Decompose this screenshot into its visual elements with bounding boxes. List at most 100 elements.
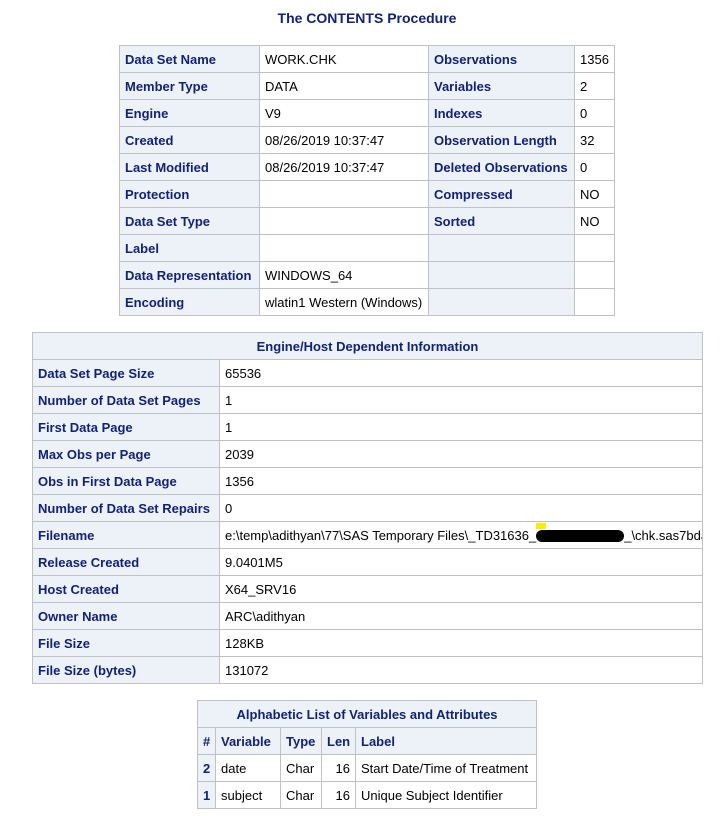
- attribute-label: Deleted Observations: [428, 153, 575, 181]
- attribute-value: [259, 234, 429, 262]
- engine-label: Max Obs per Page: [32, 440, 220, 468]
- variable-number: 1: [197, 781, 216, 809]
- attribute-row: Member Type DATA Variables 2: [119, 72, 615, 100]
- column-header: Label: [354, 727, 538, 755]
- engine-row: File Size 128KB: [32, 629, 704, 657]
- attribute-value: DATA: [259, 72, 429, 100]
- engine-value: e:\temp\adithyan\77\SAS Temporary Files\…: [218, 521, 704, 549]
- attribute-value: 32: [574, 126, 615, 154]
- attribute-label: Data Set Type: [119, 207, 260, 235]
- engine-label: File Size: [32, 629, 220, 657]
- attribute-row: Created 08/26/2019 10:37:47 Observation Le…: [119, 126, 615, 154]
- attribute-value: 0: [574, 153, 615, 181]
- attribute-value: 08/26/2019 10:37:47: [259, 126, 429, 154]
- attribute-label: Indexes: [428, 99, 575, 127]
- engine-row: Release Created 9.0401M5: [32, 548, 704, 576]
- engine-label: First Data Page: [32, 413, 220, 441]
- engine-row: File Size (bytes) 131072: [32, 656, 704, 684]
- attribute-label: Data Set Name: [119, 45, 260, 73]
- attribute-value: 2: [574, 72, 615, 100]
- attribute-value: WINDOWS_64: [259, 261, 429, 289]
- attribute-label: Encoding: [119, 288, 260, 316]
- attribute-value: 08/26/2019 10:37:47: [259, 153, 429, 181]
- engine-row: Data Set Page Size 65536: [32, 359, 704, 387]
- attribute-value: 1356: [574, 45, 615, 73]
- attribute-label: [428, 288, 575, 316]
- engine-label: Host Created: [32, 575, 220, 603]
- engine-row: First Data Page 1: [32, 413, 704, 441]
- engine-value: 9.0401M5: [218, 548, 704, 576]
- engine-row: Obs in First Data Page 1356: [32, 467, 704, 495]
- attribute-label: Variables: [428, 72, 575, 100]
- variable-row: 1 subject Char 16 Unique Subject Identifier: [197, 781, 538, 809]
- attribute-row: Data Representation WINDOWS_64: [119, 261, 615, 289]
- attribute-value: [574, 288, 615, 316]
- engine-host-table: Engine/Host Dependent Information Data S…: [31, 332, 704, 684]
- engine-label: Owner Name: [32, 602, 220, 630]
- attribute-label: [428, 261, 575, 289]
- attribute-value: [574, 261, 615, 289]
- engine-label: Data Set Page Size: [32, 359, 220, 387]
- attribute-row: Protection Compressed NO: [119, 180, 615, 208]
- engine-label: File Size (bytes): [32, 656, 220, 684]
- engine-value: 128KB: [218, 629, 704, 657]
- variable-name: subject: [215, 781, 281, 809]
- engine-label: Release Created: [32, 548, 220, 576]
- variable-number: 2: [197, 754, 216, 782]
- engine-row: Filename e:\temp\adithyan\77\SAS Temporar…: [32, 521, 704, 549]
- engine-value: 2039: [218, 440, 704, 468]
- filename-part: _\chk.sas7bdat: [624, 527, 701, 543]
- attribute-row: Data Set Name WORK.CHK Observations 1356: [119, 45, 615, 73]
- variables-caption: Alphabetic List of Variables and Attribu…: [196, 700, 538, 728]
- variable-label: Start Date/Time of Treatment: [354, 754, 538, 782]
- column-header: #: [197, 727, 216, 755]
- column-header: Type: [280, 727, 322, 755]
- filename-part: e:\temp\adithyan\77\SAS Temporary Files\…: [225, 527, 537, 543]
- engine-row: Host Created X64_SRV16: [32, 575, 704, 603]
- engine-value: 1: [218, 386, 704, 414]
- engine-value: X64_SRV16: [218, 575, 704, 603]
- attribute-value: V9: [259, 99, 429, 127]
- attribute-value: [574, 234, 615, 262]
- attribute-label: Data Representation: [119, 261, 260, 289]
- engine-row: Number of Data Set Repairs 0: [32, 494, 704, 522]
- engine-value: 1356: [218, 467, 704, 495]
- attribute-label: Engine: [119, 99, 260, 127]
- variables-table: Alphabetic List of Variables and Attribu…: [196, 700, 538, 809]
- attribute-label: Member Type: [119, 72, 260, 100]
- variable-name: date: [215, 754, 281, 782]
- engine-host-caption: Engine/Host Dependent Information: [31, 332, 704, 360]
- page-title: The CONTENTS Procedure: [277, 10, 457, 26]
- attribute-value: 0: [574, 99, 615, 127]
- engine-label: Obs in First Data Page: [32, 467, 220, 495]
- engine-row: Number of Data Set Pages 1: [32, 386, 704, 414]
- attributes-table: Data Set Name WORK.CHK Observations 1356 Mem…: [119, 45, 615, 316]
- attribute-label: Protection: [119, 180, 260, 208]
- engine-row: Max Obs per Page 2039: [32, 440, 704, 468]
- attribute-label: Observation Length: [428, 126, 575, 154]
- engine-value: 0: [218, 494, 704, 522]
- engine-label: Number of Data Set Repairs: [32, 494, 220, 522]
- engine-row: Owner Name ARC\adithyan: [32, 602, 704, 630]
- variable-label: Unique Subject Identifier: [354, 781, 538, 809]
- attribute-value: [259, 180, 429, 208]
- attribute-label: Created: [119, 126, 260, 154]
- variable-type: Char: [280, 754, 322, 782]
- engine-label: Filename: [32, 521, 220, 549]
- attribute-label: Last Modified: [119, 153, 260, 181]
- attribute-row: Label: [119, 234, 615, 262]
- attribute-row: Last Modified 08/26/2019 10:37:47 Deleted …: [119, 153, 615, 181]
- column-header: Variable: [215, 727, 281, 755]
- variable-type: Char: [280, 781, 322, 809]
- attribute-value: wlatin1 Western (Windows): [259, 288, 429, 316]
- attribute-label: Compressed: [428, 180, 575, 208]
- attribute-value: WORK.CHK: [259, 45, 429, 73]
- attribute-row: Engine V9 Indexes 0: [119, 99, 615, 127]
- engine-value: ARC\adithyan: [218, 602, 704, 630]
- engine-label: Number of Data Set Pages: [32, 386, 220, 414]
- engine-value: 1: [218, 413, 704, 441]
- attribute-label: Observations: [428, 45, 575, 73]
- attribute-row: Encoding wlatin1 Western (Windows): [119, 288, 615, 316]
- attribute-label: Label: [119, 234, 260, 262]
- column-header: Len: [321, 727, 356, 755]
